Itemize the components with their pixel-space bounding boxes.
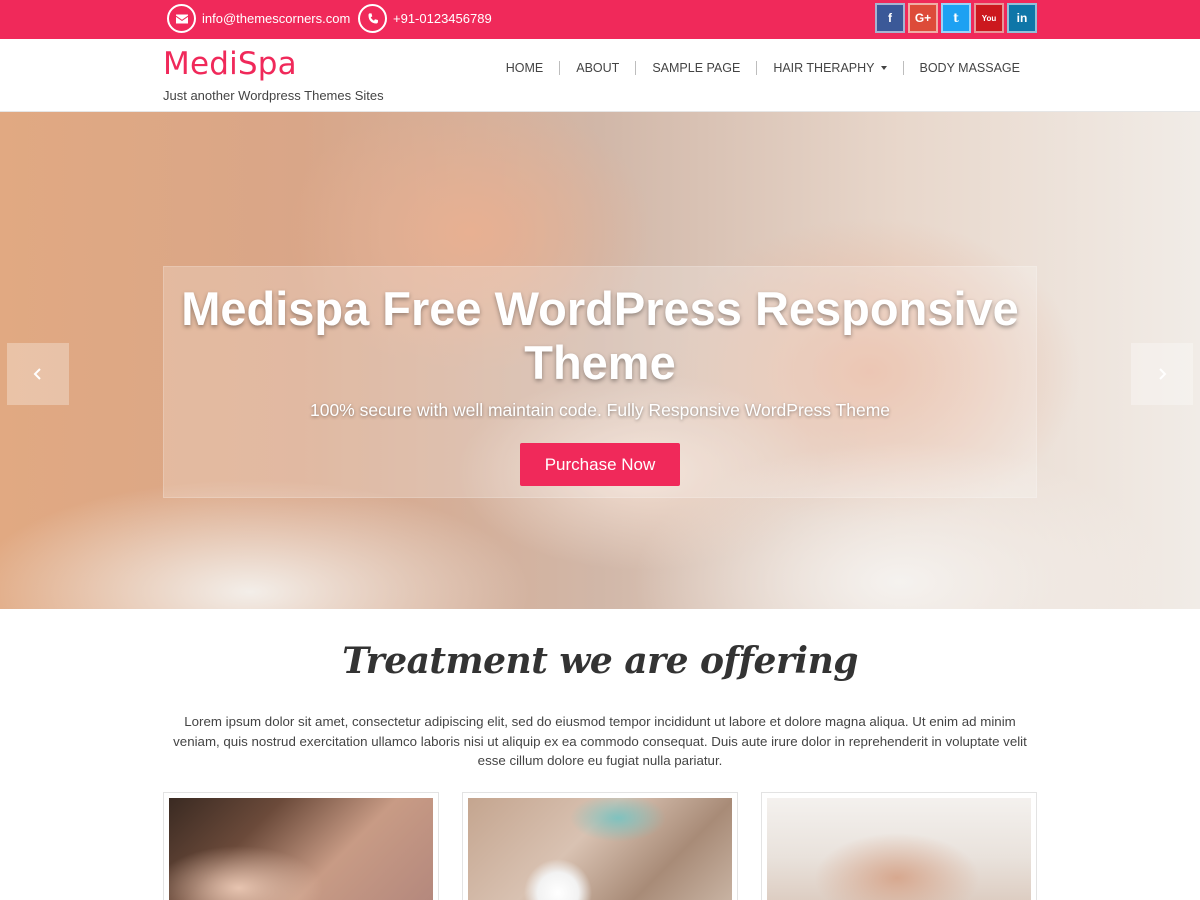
treatments-description: Lorem ipsum dolor sit amet, consectetur …	[173, 714, 1027, 768]
nav-item-hair-theraphy-label: HAIR THERAPHY	[773, 61, 875, 75]
google-plus-icon[interactable]: G+	[908, 3, 938, 33]
contact-phone-text[interactable]: +91-0123456789	[393, 11, 492, 26]
nav-item-sample-page[interactable]: SAMPLE PAGE	[636, 61, 756, 75]
youtube-icon[interactable]: You	[974, 3, 1004, 33]
contact-email[interactable]: info@themescorners.com	[167, 4, 350, 33]
site-tagline: Just another Wordpress Themes Sites	[163, 88, 384, 103]
envelope-icon	[167, 4, 196, 33]
caret-down-icon	[880, 66, 887, 70]
treatment-image	[468, 798, 732, 900]
facebook-icon[interactable]: f	[875, 3, 905, 33]
main-nav: HOME ABOUT SAMPLE PAGE HAIR THERAPHY BOD…	[490, 61, 1036, 75]
site-header: MediSpa Just another Wordpress Themes Si…	[0, 39, 1200, 112]
nav-item-home[interactable]: HOME	[490, 61, 560, 75]
hero-subtitle: 100% secure with well maintain code. Ful…	[309, 400, 891, 420]
treatment-image	[767, 798, 1031, 900]
nav-item-body-massage[interactable]: BODY MASSAGE	[904, 61, 1037, 75]
purchase-now-button[interactable]: Purchase Now	[520, 443, 680, 486]
slider-next-button[interactable]	[1131, 343, 1193, 405]
contact-email-text[interactable]: info@themescorners.com	[202, 11, 350, 26]
phone-icon	[358, 4, 387, 33]
chevron-right-icon	[1159, 368, 1167, 380]
social-links: f G+ t You in	[875, 3, 1037, 33]
hero-title: Medispa Free WordPress Responsive Theme	[181, 282, 1019, 389]
twitter-icon[interactable]: t	[941, 3, 971, 33]
linkedin-icon[interactable]: in	[1007, 3, 1037, 33]
slider-prev-button[interactable]	[7, 343, 69, 405]
treatment-card[interactable]	[462, 792, 738, 900]
nav-item-hair-theraphy[interactable]: HAIR THERAPHY	[757, 61, 902, 75]
treatment-card[interactable]	[163, 792, 439, 900]
nav-item-about[interactable]: ABOUT	[560, 61, 635, 75]
top-bar: info@themescorners.com +91-0123456789 f …	[0, 0, 1200, 39]
treatments-title: Treatment we are offering	[342, 640, 858, 682]
treatment-card[interactable]	[761, 792, 1037, 900]
chevron-left-icon	[33, 368, 41, 380]
contact-phone[interactable]: +91-0123456789	[358, 4, 492, 33]
hero-slider: Medispa Free WordPress Responsive Theme …	[0, 112, 1200, 609]
treatment-image	[169, 798, 433, 900]
site-title[interactable]: MediSpa	[163, 46, 297, 82]
